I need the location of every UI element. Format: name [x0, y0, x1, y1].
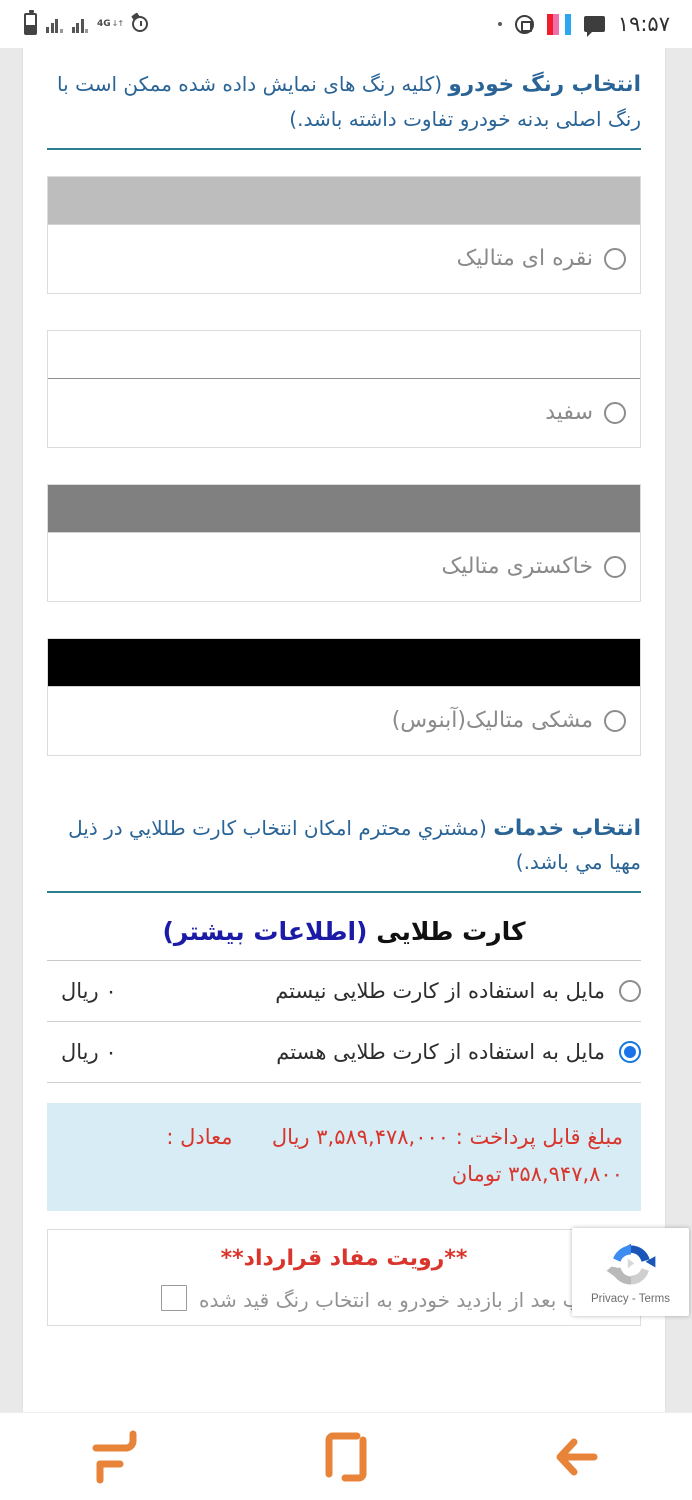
gold-card-name: کارت طلایی [367, 917, 526, 947]
android-navigation-bar [0, 1412, 692, 1500]
contract-agree-checkbox[interactable] [161, 1284, 188, 1311]
browser-viewport[interactable]: انتخاب رنگ خودرو (کلیه رنگ های نمایش داد… [0, 48, 692, 1412]
nav-home-button[interactable] [286, 1422, 406, 1492]
color-heading-title: انتخاب رنگ خودرو [448, 72, 641, 97]
service-label-accept: مایل به استفاده از کارت طلایی هستم [276, 1040, 605, 1065]
battery-icon [24, 10, 37, 35]
nav-recents-button[interactable] [55, 1422, 175, 1492]
gold-card-more-info-link[interactable]: (اطلاعات بیشتر) [162, 917, 367, 946]
color-option-card[interactable]: سفید [47, 329, 641, 448]
service-option-row[interactable]: مایل به استفاده از کارت طلایی هستم ۰ ریا… [47, 1022, 641, 1084]
alarm-clock-icon [132, 16, 149, 32]
payable-amount-label: مبلغ قابل پرداخت : [455, 1125, 623, 1150]
payable-amount-toman: ۳۵۸,۹۴۷,۸۰۰ تومان [451, 1162, 623, 1187]
color-swatch-black [48, 638, 640, 687]
signal-bars-sim2-icon [71, 15, 88, 33]
gold-card-title: کارت طلایی (اطلاعات بیشتر) [47, 893, 641, 960]
services-heading-title: انتخاب خدمات [493, 815, 641, 841]
color-radio-silver[interactable] [604, 247, 626, 270]
phone-screen: 4G ↓↑ ۱۹:۵۷ انتخاب رنگ خودرو (کلیه رنگ ه… [0, 0, 692, 1500]
service-price-decline: ۰ ریال [61, 979, 117, 1004]
color-swatch-silver [48, 176, 640, 225]
contract-agree-text: اینجانب بعد از بازدید خودرو به انتخاب رن… [199, 1287, 624, 1312]
contract-terms-card: **رویت مفاد قرارداد** اینجانب بعد از باز… [47, 1228, 641, 1326]
network-label: 4G [97, 18, 111, 29]
color-label-silver: نقره ای متالیک [456, 245, 593, 271]
home-icon [325, 1432, 367, 1481]
message-bubble-icon [583, 16, 605, 37]
color-section-heading: انتخاب رنگ خودرو (کلیه رنگ های نمایش داد… [47, 48, 641, 146]
recaptcha-privacy-terms-text[interactable]: Privacy - Terms [591, 1293, 670, 1305]
service-option-row[interactable]: مایل به استفاده از کارت طلایی نیستم ۰ ری… [47, 961, 641, 1023]
payable-amount-rial: ۳,۵۸۹,۴۷۸,۰۰۰ ریال [271, 1125, 450, 1150]
color-option-card[interactable]: خاکستری متالیک [47, 483, 641, 602]
payable-amount-banner: مبلغ قابل پرداخت : ۳,۵۸۹,۴۷۸,۰۰۰ ریال مع… [47, 1103, 641, 1211]
color-label-black: مشکی متالیک(آبنوس) [391, 707, 593, 733]
notification-dot-icon [497, 22, 502, 26]
color-swatch-white [48, 330, 640, 379]
color-swatch-gray [48, 484, 640, 533]
color-label-gray: خاکستری متالیک [441, 553, 593, 579]
status-bar-left: 4G ↓↑ [24, 10, 149, 35]
back-arrow-icon [556, 1438, 598, 1475]
signal-bars-sim1-icon [46, 15, 63, 33]
service-price-accept: ۰ ریال [61, 1040, 117, 1065]
status-bar-right: ۱۹:۵۷ [497, 12, 670, 37]
nav-back-button[interactable] [517, 1422, 637, 1492]
service-radio-accept[interactable] [619, 1041, 641, 1064]
status-bar-clock: ۱۹:۵۷ [617, 12, 670, 36]
color-radio-black[interactable] [604, 709, 626, 732]
recaptcha-logo-icon [605, 1239, 657, 1291]
contract-terms-title: **رویت مفاد قرارداد** [220, 1245, 468, 1271]
recaptcha-badge[interactable]: Privacy - Terms [572, 1228, 689, 1316]
network-4g-icon: 4G ↓↑ [97, 18, 124, 29]
color-option-card[interactable]: نقره ای متالیک [47, 175, 641, 294]
status-bar: 4G ↓↑ ۱۹:۵۷ [0, 0, 692, 48]
screen-cast-icon [514, 14, 534, 34]
data-transfer-arrows: ↓↑ [111, 19, 124, 28]
payable-equivalent-label: معادل : [166, 1125, 233, 1150]
color-option-card[interactable]: مشکی متالیک(آبنوس) [47, 637, 641, 756]
services-section-heading: انتخاب خدمات (مشتري محترم امکان انتخاب ک… [47, 792, 641, 890]
color-options-list: نقره ای متالیک سفید خاکستری متالیک مشکی … [47, 150, 641, 756]
color-label-white: سفید [545, 399, 593, 425]
recents-icon [92, 1430, 137, 1483]
media-app-icon [546, 13, 571, 35]
color-radio-white[interactable] [604, 401, 626, 424]
web-page-content: انتخاب رنگ خودرو (کلیه رنگ های نمایش داد… [22, 48, 666, 1412]
service-radio-decline[interactable] [619, 980, 641, 1003]
color-radio-gray[interactable] [604, 555, 626, 578]
service-label-decline: مایل به استفاده از کارت طلایی نیستم [275, 979, 605, 1004]
